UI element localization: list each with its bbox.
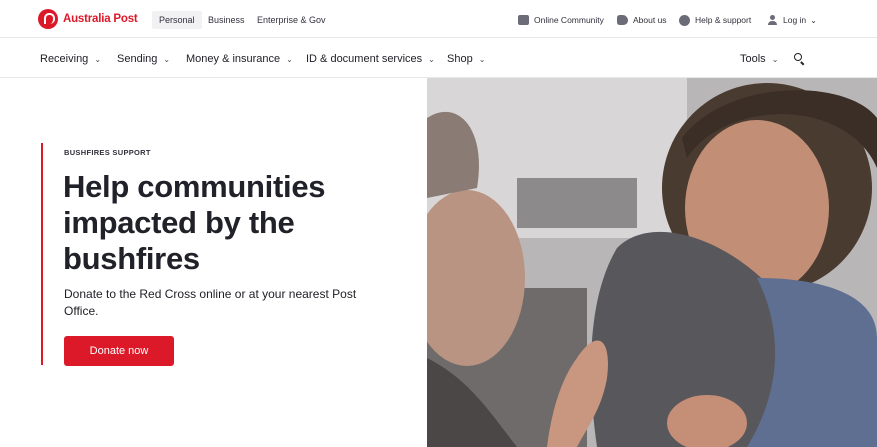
logo-text: Australia Post [63, 13, 138, 25]
utility-bar: Australia Post Personal Business Enterpr… [0, 0, 877, 38]
chevron-down-icon: ⌄ [810, 15, 817, 25]
nav-money-insurance-label: Money & insurance [186, 53, 281, 65]
hero-accent-bar [41, 143, 43, 365]
donate-now-button[interactable]: Donate now [64, 336, 174, 366]
chat-icon [518, 15, 529, 25]
search-button[interactable] [792, 51, 808, 67]
help-support-label: Help & support [695, 15, 752, 25]
log-in-button[interactable]: Log in ⌄ [767, 12, 817, 28]
help-icon [679, 14, 690, 26]
hero-subtext: Donate to the Red Cross online or at you… [64, 287, 357, 318]
australia-icon [617, 15, 628, 25]
nav-receiving-label: Receiving [40, 53, 89, 65]
nav-id-document-services[interactable]: ID & document services ⌄ [306, 51, 435, 67]
hero-photo [427, 78, 877, 447]
nav-id-document-services-label: ID & document services [306, 53, 423, 65]
segment-business[interactable]: Business [208, 11, 245, 29]
chevron-down-icon: ⌄ [478, 54, 486, 64]
post-logo-icon [38, 9, 58, 29]
main-navigation: Receiving ⌄ Sending ⌄ Money & insurance … [0, 38, 877, 78]
nav-money-insurance[interactable]: Money & insurance ⌄ [186, 51, 293, 67]
online-community-label: Online Community [534, 15, 604, 25]
chevron-down-icon: ⌄ [428, 54, 435, 64]
segment-enterprise-gov[interactable]: Enterprise & Gov [257, 11, 326, 29]
nav-receiving[interactable]: Receiving ⌄ [40, 51, 101, 67]
nav-shop-label: Shop [447, 53, 473, 65]
hero-headline: Help communities impacted by the bushfir… [63, 169, 326, 276]
chevron-down-icon: ⌄ [94, 54, 102, 64]
hero-photo-illustration [427, 78, 877, 447]
online-community-link[interactable]: Online Community [518, 12, 604, 28]
segment-personal[interactable]: Personal [152, 11, 202, 29]
about-us-label: About us [633, 15, 667, 25]
search-icon [794, 53, 802, 61]
log-in-label: Log in [783, 15, 807, 25]
australia-post-logo[interactable]: Australia Post [38, 9, 138, 29]
user-icon [767, 15, 778, 25]
help-support-link[interactable]: Help & support [679, 12, 751, 28]
nav-tools[interactable]: Tools ⌄ [740, 51, 778, 67]
nav-shop[interactable]: Shop ⌄ [447, 51, 485, 67]
chevron-down-icon: ⌄ [163, 54, 171, 64]
about-us-link[interactable]: About us [617, 12, 667, 28]
chevron-down-icon: ⌄ [771, 54, 779, 64]
hero-eyebrow: BUSHFIRES SUPPORT [64, 148, 151, 157]
nav-sending-label: Sending [117, 53, 158, 65]
nav-sending[interactable]: Sending ⌄ [117, 51, 170, 67]
nav-tools-label: Tools [740, 53, 766, 65]
chevron-down-icon: ⌄ [286, 54, 293, 64]
